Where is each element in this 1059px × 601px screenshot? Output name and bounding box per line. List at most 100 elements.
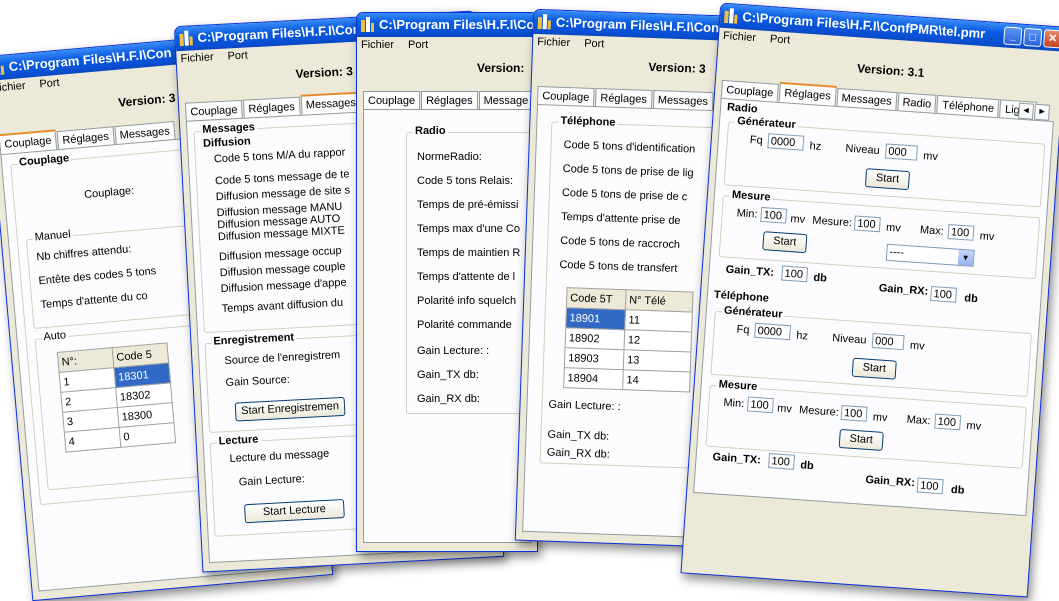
header-cell: Code 5T	[566, 287, 627, 310]
tab-panel: Radio NormeRadio: Code 5 tons Relais: Te…	[363, 109, 532, 543]
app-icon	[0, 59, 5, 76]
couplage-label: Couplage:	[83, 184, 135, 202]
app-icon	[723, 8, 738, 24]
tab-messages[interactable]: Message	[478, 91, 534, 109]
min-label: Min:	[723, 396, 745, 411]
menu-fichier[interactable]: Fichier	[537, 36, 570, 49]
min-input[interactable]: 100	[746, 396, 774, 414]
mesure-input[interactable]: 100	[853, 215, 881, 233]
table-cell[interactable]: 12	[624, 329, 692, 353]
manuel-title: Manuel	[32, 228, 74, 244]
mv-label: mv	[909, 339, 925, 353]
gain-tx-input[interactable]: 100	[781, 265, 809, 283]
table-cell[interactable]: 18904	[563, 367, 624, 390]
tab-couplage[interactable]: Couplage	[537, 86, 595, 106]
close-icon[interactable]: ✕	[1043, 29, 1059, 49]
max-label: Max:	[906, 413, 931, 428]
menu-port[interactable]: Port	[227, 49, 248, 62]
mesure-label: Mesure:	[798, 404, 840, 419]
manuel-row: Nb chiffres attendu:	[35, 243, 132, 264]
group-title: Couplage	[16, 152, 72, 169]
diffusion-row: Temps avant diffusion du	[221, 296, 344, 316]
mv-label: mv	[922, 150, 939, 164]
mesure-input[interactable]: 100	[840, 404, 868, 422]
db-label: db	[963, 292, 979, 306]
tab-reglages[interactable]: Réglages	[595, 88, 653, 108]
tab-couplage[interactable]: Couplage	[363, 91, 421, 109]
mesure-start-button[interactable]: Start	[762, 231, 808, 254]
max-input[interactable]: 100	[947, 224, 975, 241]
telephone-title: Téléphone	[713, 288, 770, 305]
auto-table[interactable]: N°: Code 5 1 18301 2 18302 3 18300 40	[56, 342, 177, 453]
minimize-icon[interactable]: _	[1003, 26, 1023, 46]
mesure-start-button[interactable]: Start	[838, 428, 884, 451]
fq-input[interactable]: 0000	[754, 322, 792, 341]
start-lecture-button[interactable]: Start Lecture	[244, 499, 345, 524]
menu-fichier[interactable]: Fichier	[0, 80, 26, 95]
gain-rx-input[interactable]: 100	[916, 477, 944, 495]
tab-panel: Radio Générateur Fq 0000 hz Niveau 000 m…	[693, 97, 1054, 517]
window-reglages: C:\Program Files\H.F.I\ConfPMR\tel.pmr _…	[680, 2, 1059, 598]
table-row[interactable]: 18904 14	[563, 367, 691, 392]
gain-rx-label: Gain_RX:	[865, 473, 916, 490]
menu-port[interactable]: Port	[584, 38, 605, 51]
app-icon	[179, 30, 193, 46]
table-cell[interactable]: 18903	[564, 347, 625, 370]
table-cell[interactable]: 13	[623, 349, 691, 373]
telephone-row: Code 5 tons de raccroch	[560, 234, 681, 252]
menu-fichier[interactable]: Fichier	[361, 39, 394, 51]
start-enregistrement-button[interactable]: Start Enregistremen	[234, 396, 346, 422]
tab-scroll-left-icon[interactable]: ◀	[1018, 102, 1035, 120]
gain-source-label: Gain Source:	[225, 373, 291, 390]
manuel-row: Temps d'attente du co	[40, 289, 149, 312]
tab-messages[interactable]: Messages	[652, 90, 714, 111]
title-bar[interactable]: C:\Program Files\H.F.I\Co	[357, 13, 537, 37]
fq-label: Fq	[736, 323, 750, 337]
max-input[interactable]: 100	[934, 413, 962, 431]
menu-fichier[interactable]: Fichier	[180, 51, 214, 65]
diffusion-row: Diffusion message d'appe	[220, 276, 347, 296]
telephone-group: Téléphone Code 5 tons d'identification C…	[539, 114, 716, 470]
radio-row: Temps de pré-émissi	[417, 199, 519, 211]
diffusion-row: Code 5 tons M/A du rappor	[213, 146, 346, 166]
window-title: C:\Program Files\H.F.I\Co	[379, 17, 535, 32]
generateur-start-button[interactable]: Start	[851, 357, 897, 380]
menu-port[interactable]: Port	[408, 39, 428, 51]
gain-lecture-label: Gain Lecture: :	[417, 345, 490, 357]
niveau-label: Niveau	[845, 142, 881, 158]
maximize-icon[interactable]: □	[1023, 27, 1043, 48]
niveau-input[interactable]: 000	[884, 143, 918, 161]
gain-tx-input[interactable]: 100	[768, 453, 796, 470]
version-label: Version: 3.1	[856, 61, 925, 80]
tab-reglages[interactable]: Réglages	[421, 91, 478, 109]
manuel-row: Entête des codes 5 tons	[38, 265, 157, 288]
generateur-start-button[interactable]: Start	[864, 168, 911, 191]
telephone-table[interactable]: Code 5T N° Télé 18901 11 18902 12 18903 13 1…	[563, 287, 694, 393]
fq-input[interactable]: 0000	[767, 133, 805, 151]
menu-port[interactable]: Port	[39, 77, 60, 91]
db-label: db	[950, 483, 965, 497]
radio-row: Polarité commande	[417, 319, 512, 331]
mesure-title: Mesure	[716, 378, 760, 394]
hz-label: hz	[809, 140, 822, 153]
table-cell[interactable]: 18901	[565, 307, 626, 330]
table-cell[interactable]: 14	[622, 369, 691, 392]
mesure-select[interactable]: ---- ▼	[885, 243, 975, 267]
telephone-row: Code 5 tons d'identification	[563, 138, 696, 156]
gain-lecture-label: Gain Lecture:	[238, 473, 306, 489]
telephone-row: Code 5 tons de transfert	[559, 258, 678, 275]
menu-port[interactable]: Port	[770, 33, 791, 46]
tab-scroll-right-icon[interactable]: ▶	[1033, 103, 1051, 121]
table-cell[interactable]: 4	[64, 427, 121, 453]
menu-fichier[interactable]: Fichier	[723, 30, 757, 44]
chevron-down-icon[interactable]: ▼	[957, 249, 974, 266]
min-input[interactable]: 100	[760, 206, 788, 224]
db-label: db	[799, 459, 815, 473]
gain-rx-input[interactable]: 100	[930, 285, 958, 303]
table-cell[interactable]: 0	[119, 422, 176, 448]
table-cell[interactable]: 11	[624, 309, 693, 333]
mv-label: mv	[979, 230, 995, 244]
table-cell[interactable]: 18902	[565, 327, 625, 350]
niveau-input[interactable]: 000	[871, 332, 905, 351]
min-label: Min:	[736, 207, 758, 221]
